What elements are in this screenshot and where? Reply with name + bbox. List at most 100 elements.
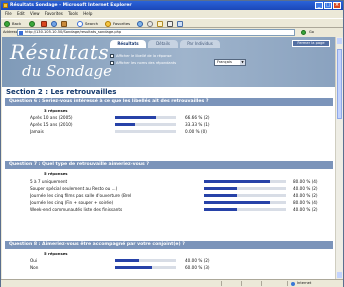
result-bar-track (204, 180, 286, 183)
go-button[interactable]: Go (309, 28, 314, 37)
result-bar (115, 123, 136, 126)
answer-percentage: 40.00 % (2) (293, 207, 318, 212)
option-1-text: Afficher le libellé de la réponse (116, 54, 172, 58)
menu-edit[interactable]: Edit (17, 11, 25, 16)
menu-help[interactable]: Help (83, 11, 92, 16)
menu-view[interactable]: View (30, 11, 40, 16)
option-2-text: Afficher les noms des répondants (116, 61, 177, 65)
page-favicon-icon (19, 31, 23, 35)
vertical-scrollbar[interactable] (335, 37, 343, 279)
search-icon[interactable] (77, 21, 83, 27)
search-button-label[interactable]: Search (85, 19, 98, 26)
answer-label: Journée les cinq (Fin + souper + soirée) (30, 200, 114, 205)
tab-resultats[interactable]: Résultats (110, 40, 146, 48)
close-page-button[interactable]: Fermer la page (292, 40, 330, 47)
table-row: Journée les cinq films pas salle d'ouver… (2, 192, 335, 199)
title-bar: Résultats Sondage - Microsoft Internet E… (1, 1, 343, 10)
status-divider (221, 281, 222, 286)
option-show-answer-label[interactable]: Afficher le libellé de la réponse (110, 53, 172, 59)
answer-percentage: 40.00 % (2) (293, 186, 318, 191)
internet-zone-icon (291, 282, 295, 286)
answer-label: Week-end communautés liste des finissant… (30, 207, 123, 212)
answer-percentage: 80.00 % (4) (293, 179, 318, 184)
scroll-up-icon[interactable] (337, 38, 342, 44)
address-input[interactable]: http://130.105.10.50/Sondage/resultats_s… (17, 29, 295, 36)
result-bar (115, 266, 152, 269)
language-select[interactable]: Français ▼ (214, 59, 246, 66)
logo-line-2: du Sondage (22, 62, 113, 80)
media-icon[interactable] (137, 21, 143, 27)
result-bar-track (115, 116, 176, 119)
answer-percentage: 40.00 % (2) (185, 258, 210, 263)
answer-percentage: 66.66 % (2) (185, 115, 210, 120)
forward-arrow-icon[interactable] (29, 21, 35, 27)
table-row: 5 à 7 uniquement 80.00 % (4) (2, 178, 335, 185)
window-title: Résultats Sondage - Microsoft Internet E… (10, 3, 132, 8)
table-row: Non 60.00 % (3) (2, 264, 335, 271)
answer-percentage: 60.00 % (3) (185, 265, 210, 270)
header-banner: Résultats du Sondage Résultats Détails P… (2, 37, 335, 87)
maximize-button[interactable]: □ (324, 2, 332, 9)
status-divider (287, 281, 288, 286)
result-bar-track (204, 208, 286, 211)
result-bar-track (115, 123, 176, 126)
table-row: Souper spécial seulement au Resto ou ...… (2, 185, 335, 192)
home-icon[interactable] (61, 21, 67, 27)
print-icon[interactable] (167, 21, 173, 27)
favorites-star-icon[interactable] (105, 21, 111, 27)
answer-label: Souper spécial seulement au Resto ou ...… (30, 186, 118, 191)
go-arrow-icon[interactable] (301, 30, 306, 35)
scroll-down-icon[interactable] (337, 272, 342, 278)
minimize-button[interactable]: _ (315, 2, 323, 9)
section-title: Section 2 : Les retrouvailles (6, 88, 117, 96)
table-row: Après 15 ans (2010) 33.33 % (1) (2, 121, 335, 128)
stop-icon[interactable] (41, 21, 47, 27)
history-icon[interactable] (147, 21, 153, 27)
question-7-header: Question 7 : Quel type de retrouvaille a… (5, 161, 333, 169)
table-row: Après 10 ans (2005) 66.66 % (2) (2, 114, 335, 121)
table-row: Oui 40.00 % (2) (2, 257, 335, 264)
logo-line-1: Résultats (10, 40, 110, 64)
question-6-response-count: 3 réponses (44, 108, 68, 113)
table-row: Week-end communautés liste des finissant… (2, 206, 335, 213)
result-bar (115, 259, 140, 262)
mail-icon[interactable] (157, 21, 163, 27)
address-label: Address (3, 30, 18, 34)
status-divider (241, 281, 242, 286)
result-bar-track (204, 194, 286, 197)
page-content: Résultats du Sondage Résultats Détails P… (2, 37, 335, 279)
question-7-response-count: 5 réponses (44, 171, 68, 176)
option-show-respondents[interactable]: Afficher les noms des répondants (110, 60, 176, 66)
toolbar: Back Search Favorites (1, 18, 343, 28)
checkbox-icon[interactable] (110, 53, 114, 58)
menu-bar: File Edit View Favorites Tools Help (1, 10, 343, 18)
answer-percentage: 40.00 % (2) (293, 193, 318, 198)
back-arrow-icon[interactable] (4, 21, 10, 27)
close-button[interactable]: × (333, 2, 341, 9)
edit-icon[interactable] (177, 21, 183, 27)
refresh-icon[interactable] (51, 21, 57, 27)
menu-file[interactable]: File (5, 11, 12, 16)
question-8-response-count: 5 réponses (44, 251, 68, 256)
result-bar-track (204, 187, 286, 190)
result-bar (204, 208, 237, 211)
result-bar (204, 187, 237, 190)
result-bar (204, 201, 270, 204)
tab-details[interactable]: Détails (148, 40, 178, 48)
address-url: http://130.105.10.50/Sondage/resultats_s… (25, 30, 122, 34)
table-row: Journée les cinq (Fin + souper + soirée)… (2, 199, 335, 206)
menu-favorites[interactable]: Favorites (45, 11, 63, 16)
checkbox-icon[interactable] (110, 60, 114, 65)
favorites-button-label[interactable]: Favorites (113, 19, 130, 26)
menu-tools[interactable]: Tools (68, 11, 78, 16)
scrollbar-thumb[interactable] (337, 49, 342, 119)
question-8-header: Question 8 : Aimeriez-vous être accompag… (5, 241, 333, 249)
chevron-down-icon[interactable]: ▼ (240, 60, 245, 65)
back-button-label[interactable]: Back (12, 19, 21, 26)
internet-explorer-icon (3, 3, 8, 8)
result-bar-track (204, 201, 286, 204)
answer-label: 5 à 7 uniquement (30, 179, 68, 184)
answer-percentage: 0.00 % (0) (185, 129, 207, 134)
tab-par-individus[interactable]: Par Individus (180, 40, 220, 48)
answer-percentage: 80.00 % (4) (293, 200, 318, 205)
